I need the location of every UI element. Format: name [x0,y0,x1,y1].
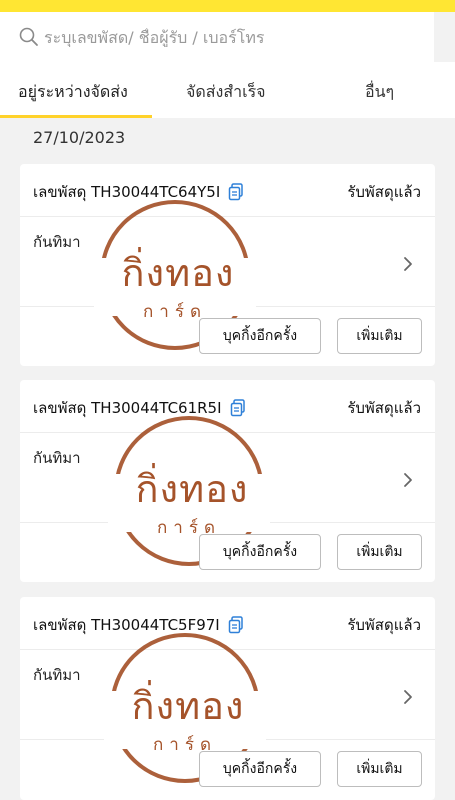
status-label: รับพัสดุแล้ว [347,183,421,201]
date-header: 27/10/2023 [33,128,126,147]
copy-icon[interactable] [228,616,244,634]
tracking-number: เลขพัสดุ TH30044TC64Y5I [33,183,221,201]
chevron-right-icon[interactable] [403,689,413,705]
tab-in-transit[interactable]: อยู่ระหว่างจัดส่ง [18,80,128,105]
shipment-card[interactable]: เลขพัสดุ TH30044TC64Y5I รับพัสดุแล้ว กัน… [20,164,435,366]
tracking-row: เลขพัสดุ TH30044TC64Y5I [33,180,244,204]
divider [20,216,435,217]
shipment-card[interactable]: เลขพัสดุ TH30044TC5F97I รับพัสดุแล้ว กัน… [20,597,435,800]
tab-delivered[interactable]: จัดส่งสำเร็จ [186,80,266,105]
tracking-number: เลขพัสดุ TH30044TC5F97I [33,616,220,634]
search-bar[interactable] [0,12,434,62]
top-status-bar [0,0,455,12]
more-button[interactable]: เพิ่มเติม [337,318,422,354]
chevron-right-icon[interactable] [403,472,413,488]
status-label: รับพัสดุแล้ว [347,616,421,634]
chevron-right-icon[interactable] [403,256,413,272]
divider [20,432,435,433]
shipment-card[interactable]: เลขพัสดุ TH30044TC61R5I รับพัสดุแล้ว กัน… [20,380,435,582]
more-button[interactable]: เพิ่มเติม [337,751,422,787]
stamp-text: กิ่งทอง [135,467,249,511]
rebook-button[interactable]: บุคกิ้งอีกครั้ง [199,534,321,570]
search-icon [19,27,38,46]
stamp-text: กิ่งทอง [131,684,245,728]
tab-others[interactable]: อื่นๆ [365,80,394,105]
tab-bar: อยู่ระหว่างจัดส่ง จัดส่งสำเร็จ อื่นๆ [0,62,455,118]
search-input[interactable] [44,27,424,47]
more-button[interactable]: เพิ่มเติม [337,534,422,570]
divider [20,649,435,650]
divider [20,739,435,740]
tracking-number: เลขพัสดุ TH30044TC61R5I [33,399,222,417]
tracking-row: เลขพัสดุ TH30044TC5F97I [33,613,244,637]
recipient-name: กันทิมา [33,233,81,251]
rebook-button[interactable]: บุคกิ้งอีกครั้ง [199,318,321,354]
recipient-name: กันทิมา [33,449,81,467]
divider [20,522,435,523]
stamp-text: กิ่งทอง [121,251,235,295]
tracking-row: เลขพัสดุ TH30044TC61R5I [33,396,246,420]
rebook-button[interactable]: บุคกิ้งอีกครั้ง [199,751,321,787]
copy-icon[interactable] [228,183,244,201]
status-label: รับพัสดุแล้ว [347,399,421,417]
copy-icon[interactable] [230,399,246,417]
divider [20,306,435,307]
active-tab-indicator [0,115,152,118]
recipient-name: กันทิมา [33,666,81,684]
